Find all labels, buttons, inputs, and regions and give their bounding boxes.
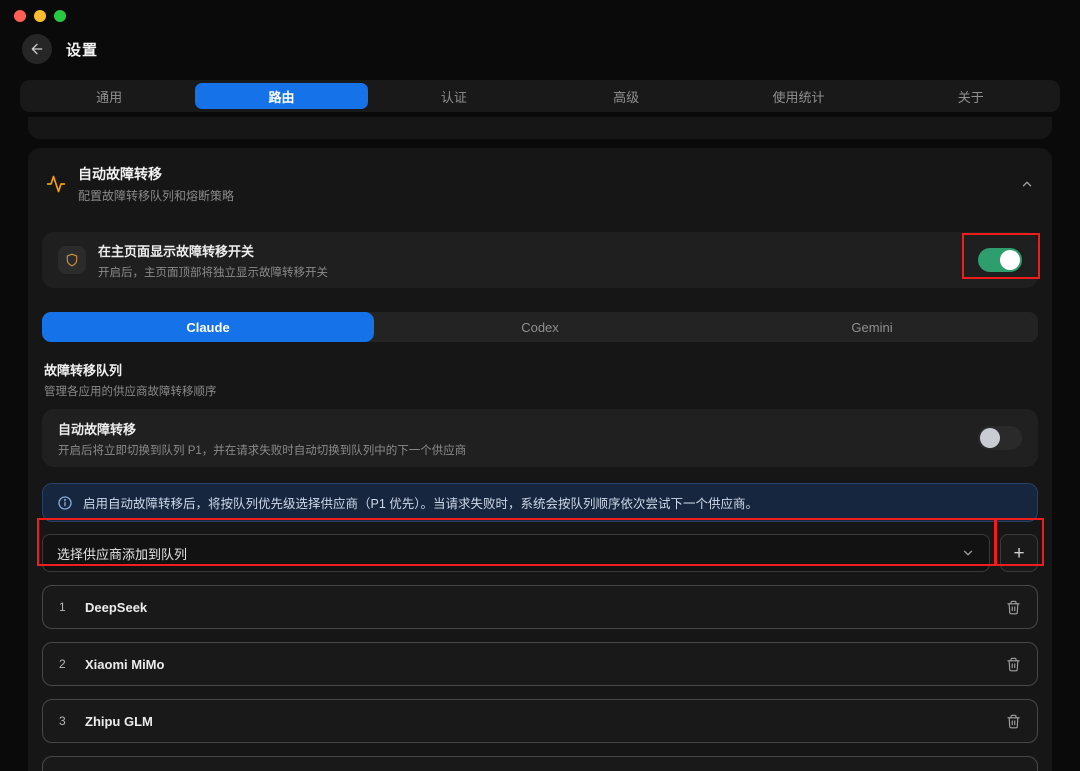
- tab-about[interactable]: 关于: [885, 83, 1057, 109]
- zoom-window-button[interactable]: [54, 10, 66, 22]
- home-failover-toggle[interactable]: [978, 248, 1022, 272]
- trash-icon: [1006, 714, 1021, 729]
- provider-row-zhipu-glm: 3 Zhipu GLM: [42, 699, 1038, 743]
- failover-panel-body: 在主页面显示故障转移开关 开启后，主页面顶部将独立显示故障转移开关 Claude…: [28, 216, 1052, 771]
- provider-name: DeepSeek: [85, 600, 147, 615]
- app-tab-codex[interactable]: Codex: [374, 312, 706, 342]
- delete-provider-button[interactable]: [1006, 657, 1021, 672]
- tab-about-label: 关于: [958, 87, 984, 106]
- trash-icon: [1006, 600, 1021, 615]
- tab-general[interactable]: 通用: [23, 83, 195, 109]
- auto-failover-subtitle: 开启后将立即切换到队列 P1，并在请求失败时自动切换到队列中的下一个供应商: [58, 442, 466, 458]
- trash-icon: [1006, 657, 1021, 672]
- queue-title: 故障转移队列: [44, 360, 1038, 379]
- home-failover-switch-card: 在主页面显示故障转移开关 开启后，主页面顶部将独立显示故障转移开关: [42, 232, 1038, 288]
- home-failover-switch-texts: 在主页面显示故障转移开关 开启后，主页面顶部将独立显示故障转移开关: [98, 241, 328, 280]
- shield-icon: [58, 246, 86, 274]
- chevron-up-icon[interactable]: [1020, 177, 1034, 191]
- plus-icon: +: [1013, 544, 1024, 563]
- provider-name: Xiaomi MiMo: [85, 657, 164, 672]
- tab-usage-stats[interactable]: 使用统计: [712, 83, 884, 109]
- provider-priority: 2: [59, 657, 85, 671]
- queue-info-text: 启用自动故障转移后，将按队列优先级选择供应商（P1 优先）。当请求失败时，系统会…: [83, 493, 758, 512]
- provider-name: Zhipu GLM: [85, 714, 153, 729]
- page-header: 设置: [22, 34, 98, 64]
- provider-priority: 3: [59, 714, 85, 728]
- add-provider-button[interactable]: +: [1000, 534, 1038, 572]
- app-tab-gemini[interactable]: Gemini: [706, 312, 1038, 342]
- provider-row-xiaomi-mimo: 2 Xiaomi MiMo: [42, 642, 1038, 686]
- tab-auth-label: 认证: [441, 87, 467, 106]
- add-provider-row: 选择供应商添加到队列 +: [42, 534, 1038, 572]
- auto-failover-card: 自动故障转移 开启后将立即切换到队列 P1，并在请求失败时自动切换到队列中的下一…: [42, 409, 1038, 467]
- home-failover-switch-subtitle: 开启后，主页面顶部将独立显示故障转移开关: [98, 264, 328, 280]
- page-title: 设置: [66, 39, 98, 60]
- auto-failover-texts: 自动故障转移 开启后将立即切换到队列 P1，并在请求失败时自动切换到队列中的下一…: [58, 419, 466, 458]
- queue-info-banner: 启用自动故障转移后，将按队列优先级选择供应商（P1 优先）。当请求失败时，系统会…: [42, 483, 1038, 522]
- provider-row-default: 4 default: [42, 756, 1038, 771]
- tab-routing-label: 路由: [268, 87, 294, 106]
- previous-section-remnant: [28, 117, 1052, 139]
- app-window: 设置 通用 路由 认证 高级 使用统计 关于 自动故障转移 配置故障转移队列和熔…: [0, 0, 1080, 771]
- failover-section-header[interactable]: 自动故障转移 配置故障转移队列和熔断策略: [28, 148, 1052, 216]
- tab-routing[interactable]: 路由: [195, 83, 367, 109]
- auto-failover-toggle[interactable]: [978, 426, 1022, 450]
- tab-usage-stats-label: 使用统计: [772, 87, 824, 106]
- home-failover-switch-title: 在主页面显示故障转移开关: [98, 241, 328, 260]
- toggle-knob: [1000, 250, 1020, 270]
- back-button[interactable]: [22, 34, 52, 64]
- toggle-knob: [980, 428, 1000, 448]
- tab-bar: 通用 路由 认证 高级 使用统计 关于: [20, 80, 1060, 112]
- titlebar: [14, 10, 66, 22]
- activity-icon: [46, 174, 66, 194]
- queue-heading: 故障转移队列 管理各应用的供应商故障转移顺序: [42, 360, 1038, 399]
- provider-row-deepseek: 1 DeepSeek: [42, 585, 1038, 629]
- close-window-button[interactable]: [14, 10, 26, 22]
- info-icon: [57, 495, 73, 511]
- delete-provider-button[interactable]: [1006, 714, 1021, 729]
- auto-failover-title: 自动故障转移: [58, 419, 466, 438]
- queue-subtitle: 管理各应用的供应商故障转移顺序: [44, 383, 1038, 399]
- tab-general-label: 通用: [96, 87, 122, 106]
- tab-advanced-label: 高级: [613, 87, 639, 106]
- provider-priority: 1: [59, 600, 85, 614]
- minimize-window-button[interactable]: [34, 10, 46, 22]
- app-tab-claude[interactable]: Claude: [42, 312, 374, 342]
- provider-select-placeholder: 选择供应商添加到队列: [57, 544, 187, 563]
- arrow-left-icon: [29, 41, 45, 57]
- tab-advanced[interactable]: 高级: [540, 83, 712, 109]
- app-selector: Claude Codex Gemini: [42, 312, 1038, 342]
- tab-auth[interactable]: 认证: [368, 83, 540, 109]
- provider-select[interactable]: 选择供应商添加到队列: [42, 534, 990, 572]
- chevron-down-icon: [961, 546, 975, 560]
- failover-section-title: 自动故障转移: [78, 164, 234, 184]
- failover-panel: 自动故障转移 配置故障转移队列和熔断策略 在主页面显示故障转移开关 开启后，主页…: [28, 148, 1052, 771]
- delete-provider-button[interactable]: [1006, 600, 1021, 615]
- failover-section-subtitle: 配置故障转移队列和熔断策略: [78, 187, 234, 204]
- failover-section-titles: 自动故障转移 配置故障转移队列和熔断策略: [78, 164, 234, 204]
